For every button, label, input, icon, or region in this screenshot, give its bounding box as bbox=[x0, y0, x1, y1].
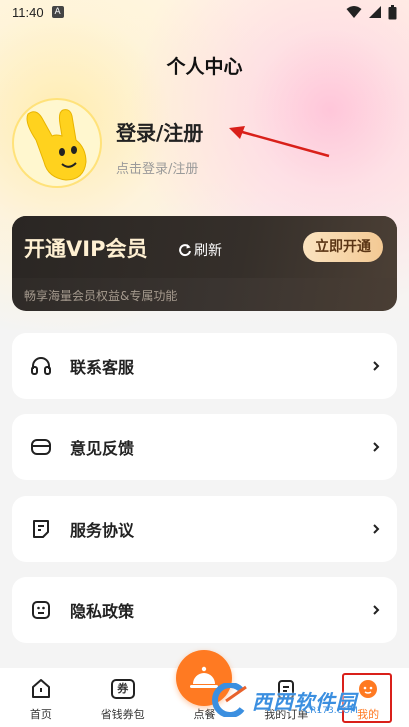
battery-icon bbox=[388, 4, 397, 19]
dining-bell-icon bbox=[190, 666, 218, 688]
menu-item-label: 服务协议 bbox=[70, 521, 135, 540]
coupon-icon: 券 bbox=[110, 678, 135, 700]
login-hint[interactable]: 点击登录/注册 bbox=[116, 158, 198, 177]
menu-item-contact-service[interactable]: 联系客服 bbox=[12, 333, 397, 399]
feedback-icon bbox=[30, 436, 52, 458]
annotation-arrow-icon bbox=[229, 126, 330, 158]
chevron-right-icon bbox=[371, 438, 381, 457]
agreement-icon bbox=[30, 518, 52, 540]
refresh-button[interactable]: 刷新 bbox=[178, 240, 222, 260]
privacy-icon bbox=[30, 599, 52, 621]
menu-item-feedback[interactable]: 意见反馈 bbox=[12, 414, 397, 480]
nav-coupons[interactable]: 券 省钱券包 bbox=[82, 668, 164, 727]
menu-item-label: 联系客服 bbox=[70, 358, 135, 377]
page-title: 个人中心 bbox=[166, 56, 243, 78]
nav-my-orders[interactable]: 我的订单 bbox=[245, 668, 327, 727]
chevron-right-icon bbox=[371, 520, 381, 539]
vip-description: 畅享海量会员权益&专属功能 bbox=[24, 289, 178, 303]
mascot-icon bbox=[26, 109, 87, 181]
annotation-highlight-box bbox=[342, 673, 392, 723]
menu-item-service-agreement[interactable]: 服务协议 bbox=[12, 496, 397, 562]
status-time: 11:40 bbox=[12, 4, 44, 20]
avatar[interactable] bbox=[12, 98, 102, 188]
chevron-right-icon bbox=[371, 357, 381, 376]
status-bar: 11:40 A bbox=[0, 0, 409, 24]
order-food-button[interactable] bbox=[176, 650, 232, 706]
home-icon bbox=[30, 678, 52, 700]
vip-card[interactable]: 开通VIP会员 刷新 立即开通 畅享海量会员权益&专属功能 bbox=[12, 216, 397, 311]
open-vip-button[interactable]: 立即开通 bbox=[303, 232, 383, 262]
refresh-icon bbox=[179, 244, 191, 257]
nav-label: 首页 bbox=[29, 708, 52, 721]
coupon-glyph: 券 bbox=[110, 679, 135, 699]
notification-icon: A bbox=[51, 6, 64, 18]
nav-label: 点餐 bbox=[193, 708, 216, 721]
vip-title: 开通VIP会员 bbox=[24, 237, 148, 261]
login-register-link[interactable]: 登录/注册 bbox=[116, 117, 203, 146]
signal-icon bbox=[369, 6, 381, 18]
orders-icon bbox=[275, 678, 297, 700]
menu-item-label: 隐私政策 bbox=[70, 602, 135, 621]
chevron-right-icon bbox=[371, 601, 381, 620]
status-icons bbox=[346, 4, 397, 20]
nav-label: 省钱券包 bbox=[100, 708, 145, 721]
refresh-label: 刷新 bbox=[194, 243, 222, 259]
menu-item-privacy-policy[interactable]: 隐私政策 bbox=[12, 577, 397, 643]
menu-item-label: 意见反馈 bbox=[70, 439, 135, 458]
nav-label: 我的订单 bbox=[264, 708, 309, 721]
headset-icon bbox=[30, 355, 52, 377]
nav-home[interactable]: 首页 bbox=[0, 668, 82, 727]
wifi-icon bbox=[346, 6, 362, 18]
